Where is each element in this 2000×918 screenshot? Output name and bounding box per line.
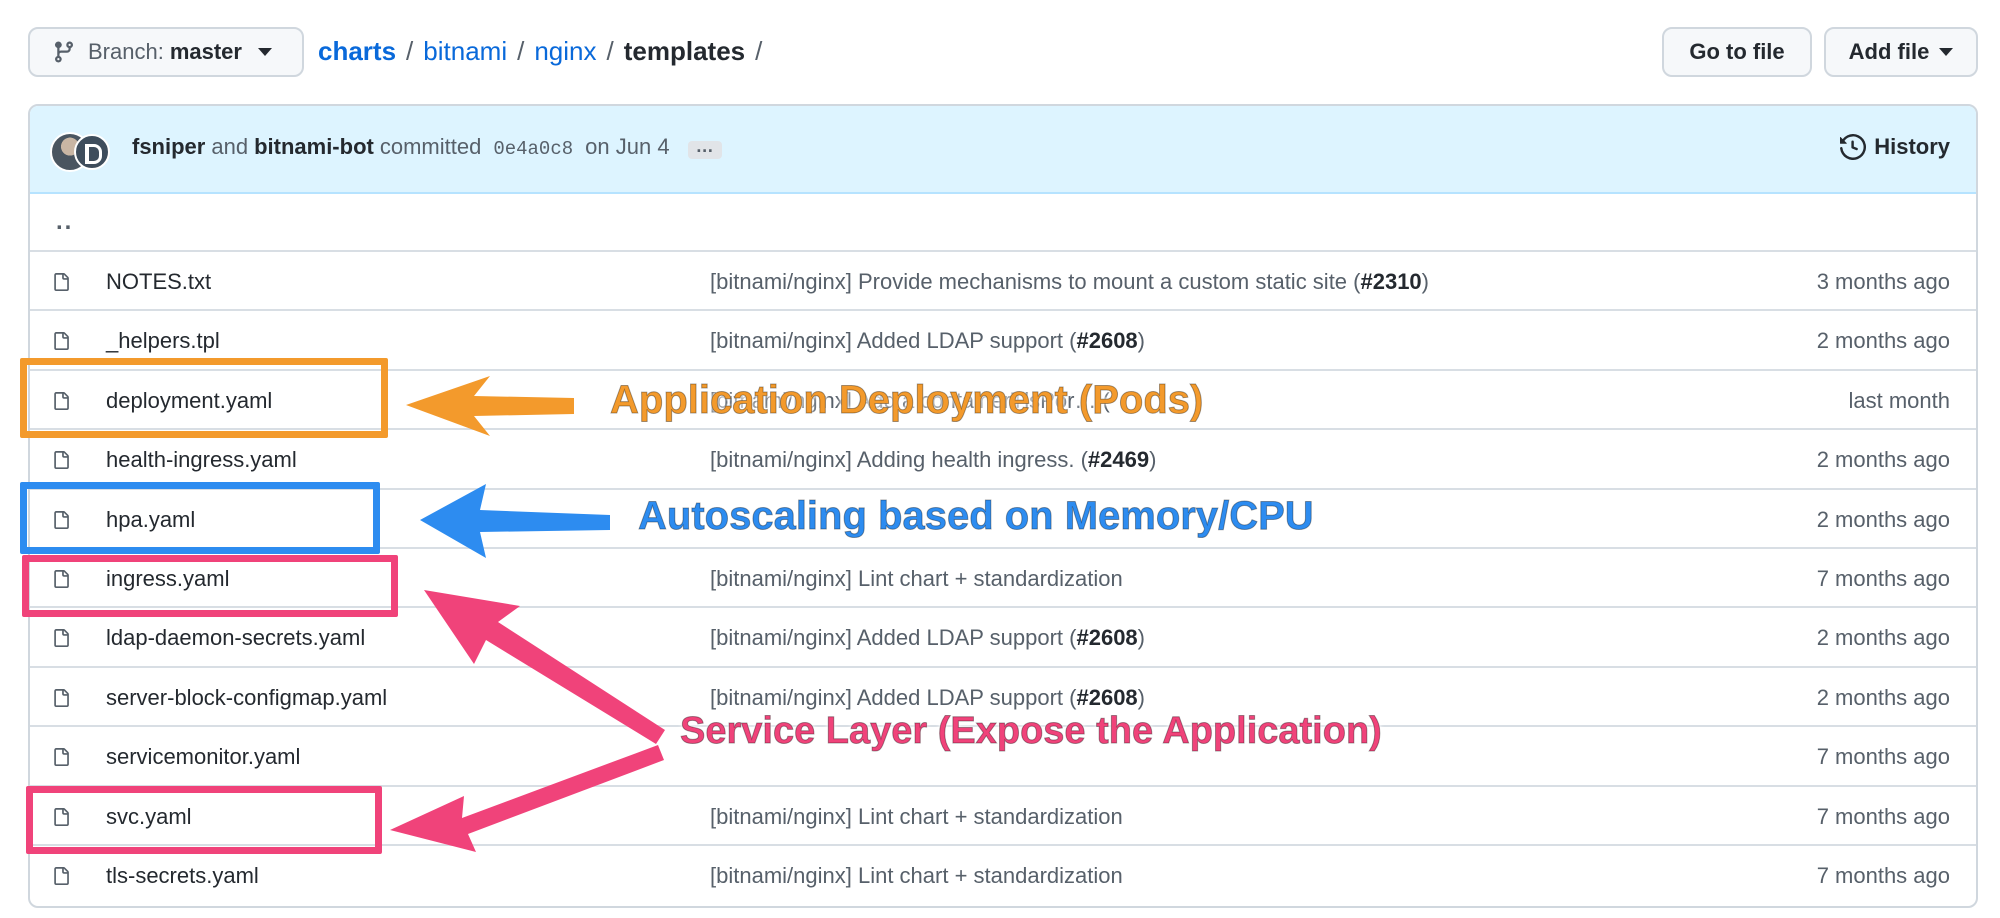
breadcrumb-separator: / (406, 36, 414, 66)
breadcrumb-link-bitnami[interactable]: bitnami (423, 36, 507, 67)
commit-age: 7 months ago (1816, 862, 1950, 888)
service-annotation-label: Service Layer (Expose the Application) (680, 710, 1383, 753)
commit-author[interactable]: fsniper (132, 134, 205, 160)
file-icon (54, 748, 69, 767)
commit-message-suffix: ) (1149, 447, 1157, 473)
hpa-annotation-label: Autoscaling based on Memory/CPU (638, 494, 1315, 539)
breadcrumb-separator: / (517, 36, 525, 66)
pull-request-link[interactable]: #2469 (1088, 447, 1149, 472)
parent-directory-label: .. (56, 208, 74, 235)
pull-request-link[interactable]: #2608 (1076, 685, 1137, 710)
hpa-highlight-box (20, 482, 380, 554)
commit-message-text: [bitnami/nginx] Added LDAP support ( (710, 684, 1077, 710)
commit-age: 2 months ago (1816, 625, 1950, 651)
expand-commit-message-button[interactable]: … (687, 137, 722, 159)
svc-highlight-box (26, 786, 382, 854)
commit-summary: fsniper and bitnami-bot committed 0e4a0c… (132, 134, 722, 161)
file-row: NOTES.txt [bitnami/nginx] Provide mechani… (30, 252, 1976, 312)
go-to-file-label: Go to file (1689, 39, 1785, 64)
commit-message-link[interactable]: [bitnami/nginx] Lint chart + standardiza… (710, 804, 1123, 830)
commit-message-link[interactable]: [bitnami/nginx] Added LDAP support (#260… (710, 625, 1145, 651)
file-icon (54, 688, 69, 707)
pull-request-link[interactable]: #2608 (1076, 328, 1137, 353)
commit-message-link[interactable]: [bitnami/nginx] Lint chart + standardiza… (710, 863, 1123, 889)
file-icon (54, 332, 69, 351)
file-name-link[interactable]: _helpers.tpl (106, 328, 220, 354)
commit-date: on Jun 4 (585, 134, 670, 159)
breadcrumb-separator: / (606, 36, 614, 66)
commit-message-text: [bitnami/nginx] Provide mechanisms to mo… (710, 269, 1361, 294)
commit-age: 2 months ago (1816, 447, 1950, 473)
avatar[interactable] (74, 134, 110, 170)
commit-message-text: [bitnami/nginx] Lint chart + standardiza… (710, 565, 1123, 591)
file-row: tls-secrets.yaml [bitnami/nginx] Lint cha… (30, 846, 1976, 905)
commit-and-text: and (211, 134, 249, 159)
commit-message-text: [bitnami/nginx] Added LDAP support ( (710, 625, 1077, 651)
commit-sha-link[interactable]: 0e4a0c8 (493, 138, 573, 160)
history-icon (1840, 134, 1867, 160)
deployment-annotation-label: Application Deployment (Pods) (609, 378, 1204, 423)
file-name-link[interactable]: health-ingress.yaml (106, 447, 297, 473)
commit-age: 7 months ago (1816, 565, 1950, 591)
commit-age: 3 months ago (1816, 269, 1950, 294)
file-name-link[interactable]: server-block-configmap.yaml (106, 685, 387, 711)
commit-message-text: [bitnami/nginx] Adding health ingress. ( (710, 447, 1088, 473)
deployment-highlight-box (20, 358, 388, 438)
commit-message-suffix: ) (1137, 625, 1145, 651)
history-label: History (1874, 134, 1950, 159)
file-icon (54, 629, 69, 648)
file-icon (54, 866, 69, 885)
parent-directory-link[interactable]: .. (30, 194, 1976, 252)
git-branch-icon (55, 41, 73, 63)
commit-age: 2 months ago (1816, 684, 1950, 710)
file-name-link[interactable]: tls-secrets.yaml (106, 863, 259, 889)
file-name-link[interactable]: servicemonitor.yaml (106, 744, 300, 770)
chevron-down-icon (257, 48, 272, 56)
chevron-down-icon (1939, 48, 1954, 56)
committed-text: committed (379, 134, 482, 159)
file-name-link[interactable]: ldap-daemon-secrets.yaml (106, 625, 365, 651)
breadcrumb-link-nginx[interactable]: nginx (534, 36, 596, 67)
file-name-link[interactable]: NOTES.txt (106, 269, 211, 295)
file-row: health-ingress.yaml [bitnami/nginx] Addin… (30, 430, 1976, 490)
commit-message-link[interactable]: [bitnami/nginx] Added LDAP support (#260… (710, 685, 1145, 711)
commit-message-text: [bitnami/nginx] Lint chart + standardiza… (710, 803, 1123, 829)
breadcrumb: charts / bitnami / nginx / templates / (318, 36, 772, 67)
file-icon (54, 451, 69, 470)
commit-age: last month (1848, 387, 1951, 413)
commit-message-suffix: ) (1137, 684, 1145, 710)
commit-age: 2 months ago (1816, 328, 1950, 354)
file-row: ldap-daemon-secrets.yaml [bitnami/nginx] … (30, 608, 1976, 668)
history-link[interactable]: History (1840, 134, 1950, 160)
branch-selector-button[interactable]: Branch: master (28, 27, 304, 77)
pull-request-link[interactable]: #2608 (1076, 625, 1137, 650)
commit-coauthor[interactable]: bitnami-bot (254, 134, 374, 160)
branch-label: Branch: (88, 39, 164, 64)
commit-message-link[interactable]: [bitnami/nginx] Adding health ingress. (… (710, 447, 1156, 473)
commit-message-suffix: ) (1421, 269, 1429, 294)
pull-request-link[interactable]: #2310 (1360, 269, 1421, 294)
ingress-highlight-box (22, 555, 398, 617)
commit-message-link[interactable]: [bitnami/nginx] Provide mechanisms to mo… (710, 269, 1429, 295)
commit-message-link[interactable]: [bitnami/nginx] Lint chart + standardiza… (710, 566, 1123, 592)
breadcrumb-current: templates (623, 36, 746, 66)
commit-age: 7 months ago (1816, 744, 1950, 770)
branch-name: master (169, 39, 242, 64)
commit-message-text: [bitnami/nginx] Added LDAP support ( (710, 328, 1077, 354)
go-to-file-button[interactable]: Go to file (1662, 27, 1812, 77)
latest-commit-bar: fsniper and bitnami-bot committed 0e4a0c… (30, 106, 1976, 194)
commit-message-text: [bitnami/nginx] Lint chart + standardiza… (710, 862, 1123, 888)
breadcrumb-link-charts[interactable]: charts (318, 36, 396, 67)
add-file-label: Add file (1848, 39, 1930, 64)
add-file-button[interactable]: Add file (1824, 27, 1978, 77)
file-icon (54, 273, 69, 291)
commit-message-link[interactable]: [bitnami/nginx] Added LDAP support (#260… (710, 328, 1145, 354)
breadcrumb-separator: / (755, 36, 763, 66)
commit-age: 2 months ago (1816, 506, 1950, 532)
commit-age: 7 months ago (1816, 803, 1950, 829)
commit-message-suffix: ) (1137, 328, 1145, 354)
